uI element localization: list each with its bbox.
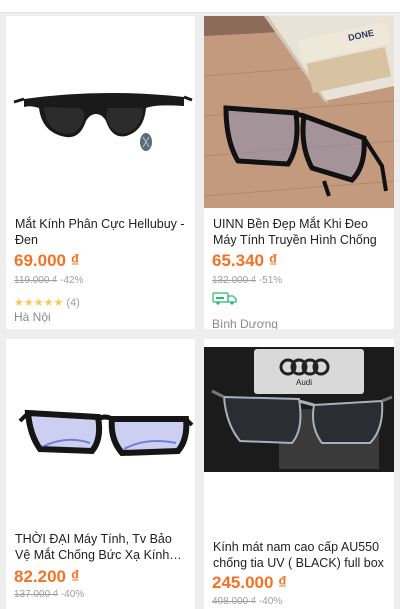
original-price: 132.000 ₫ — [212, 275, 257, 286]
product-price: 245.000 ₫ — [212, 573, 287, 592]
product-price: 65.340 ₫ — [212, 251, 278, 270]
free-shipping-truck-icon — [212, 292, 237, 305]
product-card[interactable]: Audi Kính mát nam cao cấp AU550 chống ti… — [204, 339, 394, 609]
sunglasses-with-box-icon: Audi — [204, 339, 394, 524]
computer-glasses-on-desk-icon: DONE — [204, 16, 394, 208]
product-image[interactable] — [6, 16, 195, 206]
product-card[interactable]: THỜI ĐẠI Máy Tính, Tv Bảo Vệ Mắt Chống B… — [6, 339, 195, 609]
product-title[interactable]: Mắt Kính Phân Cực Hellubuy - Đen — [15, 216, 189, 248]
original-price: 137.000 ₫ — [14, 589, 59, 600]
discount-badge: -40% — [258, 596, 283, 607]
product-title[interactable]: Kính mát nam cao cấp AU550 chống tia UV … — [213, 539, 388, 571]
price-discount-row: 137.000 ₫ -40% — [14, 589, 84, 600]
original-price: 408.000 ₫ — [212, 596, 257, 607]
product-card[interactable]: DONE UINN Bền Đẹp Mắt Khi Đeo Máy Tính T… — [204, 16, 394, 329]
price-discount-row: 408.000 ₫ -40% — [212, 596, 282, 607]
blue-light-glasses-icon — [6, 339, 195, 524]
star-rating-icon: ★★★★★ — [14, 297, 64, 309]
rating-count: (4) — [66, 297, 80, 309]
product-card[interactable]: Mắt Kính Phân Cực Hellubuy - Đen 69.000 … — [6, 16, 195, 329]
case-brand-text: Audi — [296, 378, 312, 387]
product-price: 82.200 ₫ — [14, 567, 80, 586]
seller-location: Hà Nội — [14, 310, 51, 324]
discount-badge: -40% — [60, 589, 85, 600]
product-title[interactable]: UINN Bền Đẹp Mắt Khi Đeo Máy Tính Truyền… — [213, 216, 388, 248]
product-image[interactable] — [6, 339, 195, 524]
price-discount-row: 132.000 ₫ -51% — [212, 275, 282, 286]
product-title[interactable]: THỜI ĐẠI Máy Tính, Tv Bảo Vệ Mắt Chống B… — [15, 531, 189, 563]
product-image[interactable]: Audi — [204, 339, 394, 524]
rating: ★★★★★ (4) — [14, 296, 80, 309]
seller-location: Bình Dương — [212, 317, 278, 329]
sunglasses-black-polarized-icon — [6, 16, 195, 206]
product-image[interactable]: DONE — [204, 16, 394, 208]
price-discount-row: 119.000 ₫ -42% — [14, 275, 83, 286]
product-price: 69.000 ₫ — [14, 251, 80, 270]
discount-badge: -42% — [60, 275, 84, 286]
discount-badge: -51% — [258, 275, 283, 286]
top-bar — [0, 0, 400, 13]
original-price: 119.000 ₫ — [14, 275, 58, 286]
